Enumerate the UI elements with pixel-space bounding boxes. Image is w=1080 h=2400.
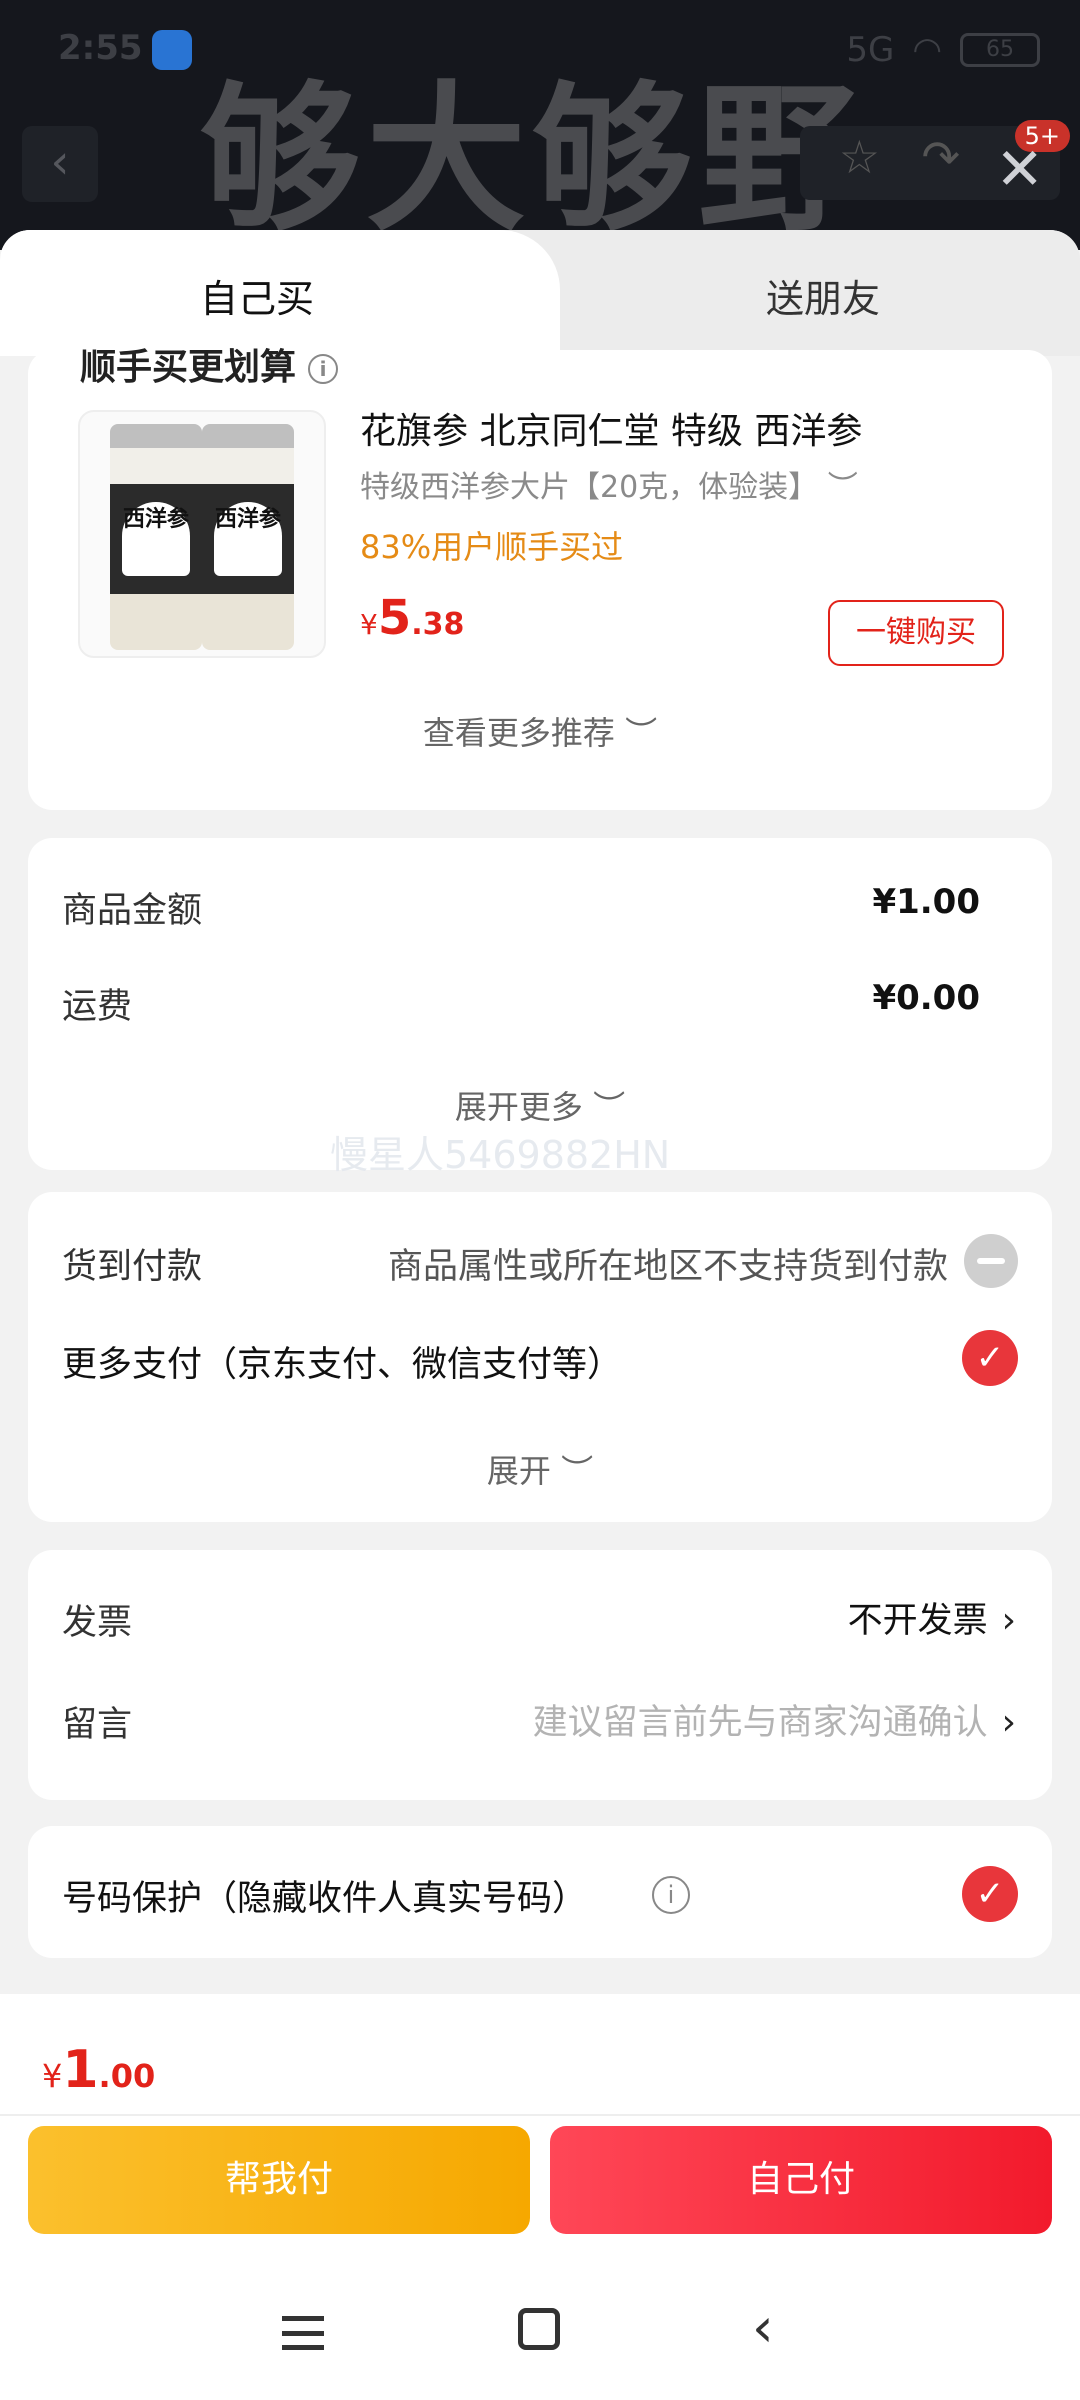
product-spec-select[interactable]: 特级西洋参大片【20克，体验装】 ︶ xyxy=(360,462,858,506)
recommend-heading-text: 顺手买更划算 xyxy=(80,347,297,388)
invoice-label: 发票 xyxy=(62,1603,133,1643)
invoice-card: 发票 不开发票 › 留言 建议留言前先与商家沟通确认 › xyxy=(28,1550,1052,1800)
product-image[interactable]: 西洋参 西洋参 xyxy=(78,410,326,658)
goods-amount-label: 商品金额 xyxy=(62,891,203,931)
back-button[interactable]: ‹ xyxy=(22,126,98,202)
close-icon[interactable]: ✕ xyxy=(995,140,1044,198)
cod-label: 货到付款 xyxy=(62,1247,203,1287)
one-click-buy-button[interactable]: 一键购买 xyxy=(828,600,1004,666)
shipping-label: 运费 xyxy=(62,987,133,1027)
more-payment-label[interactable]: 更多支付（京东支付、微信支付等） xyxy=(62,1336,622,1387)
tab-self-buy-label: 自己买 xyxy=(200,277,315,321)
product-price: ¥5.38 xyxy=(360,590,464,646)
see-more-recommend[interactable]: 查看更多推荐 ︶ xyxy=(28,708,1052,754)
jar-label: 西洋参 xyxy=(214,502,282,576)
jar-image: 西洋参 xyxy=(110,424,202,650)
cod-disabled-icon xyxy=(964,1234,1018,1288)
total-decimal: .00 xyxy=(98,2057,156,2095)
watermark: 慢星人5469882HN xyxy=(330,1133,671,1177)
product-title[interactable]: 花旗参 北京同仁堂 特级 西洋参 xyxy=(360,402,862,454)
tab-gift-friend[interactable]: 送朋友 xyxy=(766,268,880,323)
price-currency: ¥ xyxy=(360,608,378,641)
total-price: ¥1.00 xyxy=(42,2040,155,2100)
footer-divider xyxy=(0,2114,1080,2116)
total-integer: 1 xyxy=(62,2040,99,2100)
notification-app-icon xyxy=(152,30,192,70)
info-icon[interactable]: i xyxy=(308,354,339,384)
self-pay-button[interactable]: 自己付 xyxy=(550,2126,1052,2234)
jar-label: 西洋参 xyxy=(122,502,190,576)
status-icons: 5G ◠ 65 xyxy=(846,30,1040,70)
privacy-card: 号码保护（隐藏收件人真实号码） i ✓ xyxy=(28,1826,1052,1958)
star-icon[interactable]: ☆ xyxy=(839,130,880,184)
invoice-select[interactable]: 不开发票 › xyxy=(848,1592,1016,1643)
recommend-heading: 顺手买更划算 i xyxy=(80,338,339,390)
status-time: 2:55 xyxy=(58,28,143,68)
recommend-card: 顺手买更划算 i 西洋参 西洋参 花旗参 北京同仁堂 特级 西洋参 特级西洋参大片… xyxy=(28,347,1052,810)
battery-icon: 65 xyxy=(960,33,1040,67)
number-protection-label: 号码保护（隐藏收件人真实号码） xyxy=(62,1879,588,1919)
cod-note: 商品属性或所在地区不支持货到付款 xyxy=(387,1247,948,1287)
social-proof-text: 83%用户顺手买过 xyxy=(360,528,624,566)
number-protection-check-icon[interactable]: ✓ xyxy=(962,1866,1018,1922)
payment-card: 货到付款 商品属性或所在地区不支持货到付款 更多支付（京东支付、微信支付等） ✓… xyxy=(28,1192,1052,1522)
jar-image: 西洋参 xyxy=(202,424,294,650)
chevron-right-icon: › xyxy=(1001,1600,1016,1641)
status-bar: 2:55 5G ◠ 65 xyxy=(0,0,1080,100)
expand-payment-button[interactable]: 展开 ︶ xyxy=(28,1446,1052,1492)
shipping-value: ¥0.00 xyxy=(872,978,980,1018)
expand-more-button[interactable]: 展开更多 ︶ xyxy=(28,1082,1052,1128)
message-label: 留言 xyxy=(62,1705,133,1745)
message-placeholder: 建议留言前先与商家沟通确认 xyxy=(532,1703,988,1743)
message-input[interactable]: 建议留言前先与商家沟通确认 › xyxy=(533,1694,1016,1745)
amount-card: 商品金额 ¥1.00 运费 ¥0.00 展开更多 ︶ xyxy=(28,838,1052,1170)
price-integer: 5 xyxy=(377,590,412,646)
more-payment-check-icon[interactable]: ✓ xyxy=(962,1330,1018,1386)
wifi-icon: ◠ xyxy=(912,30,942,70)
help-pay-button[interactable]: 帮我付 xyxy=(28,2126,530,2234)
checkout-sheet: 自己买 送朋友 顺手买更划算 i 西洋参 西洋参 花旗参 北京同仁堂 特级 西洋参… xyxy=(0,230,1080,2400)
background-page: 够大够野 2:55 5G ◠ 65 ‹ ☆ ↷ 5+ ✕ xyxy=(0,0,1080,250)
signal-icon: 5G xyxy=(846,30,895,70)
back-icon[interactable]: ‹ xyxy=(752,2296,774,2359)
invoice-value: 不开发票 xyxy=(847,1601,988,1641)
chevron-right-icon: › xyxy=(1001,1702,1016,1743)
price-decimal: .38 xyxy=(411,607,465,642)
info-icon[interactable]: i xyxy=(652,1876,690,1914)
system-nav-bar: ‹ xyxy=(0,2280,1080,2380)
share-icon[interactable]: ↷ xyxy=(921,130,960,184)
home-icon[interactable] xyxy=(518,2308,560,2350)
menu-icon[interactable] xyxy=(282,2316,324,2350)
goods-amount-value: ¥1.00 xyxy=(872,882,980,922)
total-currency: ¥ xyxy=(42,2057,63,2095)
